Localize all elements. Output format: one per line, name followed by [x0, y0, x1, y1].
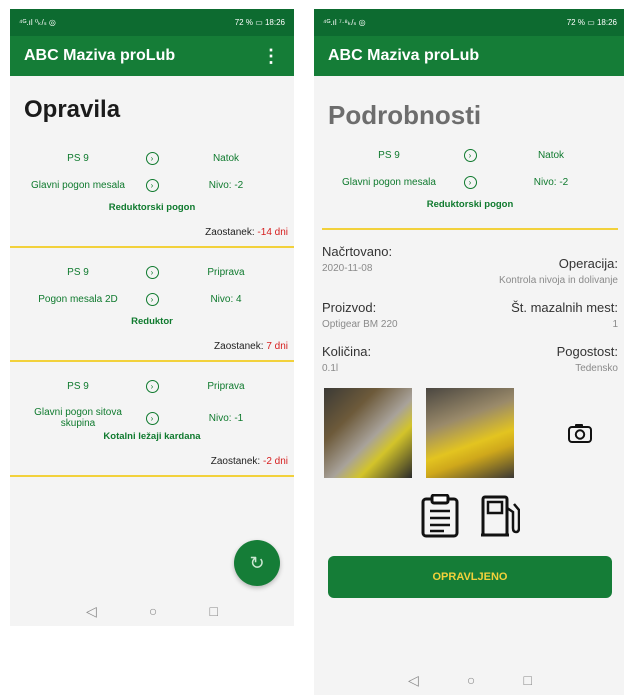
task-action: Priprava: [207, 267, 245, 278]
chevron-right-icon: ›: [145, 179, 159, 192]
app-title: ABC Maziva proLub: [328, 47, 480, 64]
machine-photo[interactable]: [426, 388, 514, 478]
planned-value: 2020-11-08: [322, 263, 373, 274]
divider: [10, 475, 294, 477]
task-part: Glavni pogon mesala: [342, 177, 436, 188]
home-icon[interactable]: ○: [467, 672, 475, 688]
product-label: Proizvod:: [322, 300, 377, 315]
task-machine: PS 9: [67, 267, 89, 278]
chevron-right-icon: ›: [145, 152, 159, 165]
task-level: Nivo: -2: [533, 177, 569, 188]
chevron-right-icon: ›: [463, 176, 477, 189]
product-value: Optigear BM 220: [322, 319, 398, 330]
overdue-value: -2 dni: [262, 456, 288, 467]
task-action: Natok: [537, 150, 565, 161]
system-nav-bar: ◁ ○ □: [10, 596, 294, 626]
recent-apps-icon[interactable]: □: [209, 603, 217, 619]
recent-apps-icon[interactable]: □: [523, 672, 531, 688]
operation-label: Operacija:: [558, 256, 618, 271]
chevron-right-icon: ›: [145, 411, 159, 425]
status-bar: ⁴ᴳ.ıl ⁰ₖ/ₛ ◎ 72 % ▭ 18:26: [10, 9, 294, 36]
frequency-label: Pogostost:: [556, 344, 618, 359]
done-button[interactable]: OPRAVLJENO: [328, 556, 612, 598]
task-component: Reduktorski pogon: [426, 199, 514, 210]
detail-screen: ⁴ᴳ.ıl ⁷·⁸ₖ/ₛ ◎ 72 % ▭ 18:26 ABC Maziva p…: [314, 9, 624, 695]
camera-icon[interactable]: [568, 423, 592, 443]
task-overdue: Zaostanek: 7 dni: [16, 341, 288, 352]
task-overdue: Zaostanek: -2 dni: [16, 456, 288, 467]
task-card[interactable]: PS 9 › Priprava Glavni pogon sitova skup…: [10, 362, 294, 475]
task-level: Nivo: -1: [208, 412, 244, 424]
frequency-value: Tedensko: [575, 363, 618, 374]
status-battery-time: 72 % ▭ 18:26: [566, 18, 617, 27]
task-part: Pogon mesala 2D: [38, 294, 118, 305]
photo-gallery: [314, 374, 624, 478]
status-bar: ⁴ᴳ.ıl ⁷·⁸ₖ/ₛ ◎ 72 % ▭ 18:26: [314, 9, 624, 36]
page-title: Podrobnosti: [328, 100, 482, 130]
task-component: Reduktor: [131, 316, 173, 327]
chevron-right-icon: ›: [145, 266, 159, 279]
quantity-value: 0.1l: [322, 363, 339, 374]
status-signal: ⁴ᴳ.ıl ⁷·⁸ₖ/ₛ ◎: [323, 18, 366, 27]
lubrication-points-label: Št. mazalnih mest:: [511, 300, 618, 315]
divider: [322, 228, 618, 230]
quantity-label: Količina:: [322, 344, 372, 359]
operation-value: Kontrola nivoja in dolivanje: [499, 275, 618, 286]
task-action: Natok: [212, 153, 240, 164]
overdue-label: Zaostanek:: [210, 456, 263, 467]
task-overdue: Zaostanek: -14 dni: [16, 227, 288, 238]
status-battery-time: 72 % ▭ 18:26: [234, 18, 285, 27]
task-card[interactable]: PS 9 › Priprava Pogon mesala 2D › Nivo: …: [10, 248, 294, 360]
back-icon[interactable]: ◁: [408, 672, 419, 689]
more-options-icon[interactable]: ⋮: [262, 46, 280, 67]
refresh-icon: ↻: [249, 552, 265, 573]
action-icons: [314, 494, 624, 538]
chevron-right-icon: ›: [145, 293, 159, 306]
task-machine: PS 9: [67, 381, 89, 392]
refresh-button[interactable]: ↻: [234, 540, 280, 586]
chevron-right-icon: ›: [463, 149, 477, 162]
overdue-label: Zaostanek:: [205, 227, 258, 238]
task-machine: PS 9: [378, 150, 400, 161]
task-card[interactable]: PS 9 › Natok Glavni pogon mesala › Nivo:…: [10, 134, 294, 246]
task-summary: PS 9 › Natok Glavni pogon mesala › Nivo:…: [314, 141, 624, 218]
task-action: Priprava: [207, 381, 245, 392]
home-icon[interactable]: ○: [149, 603, 157, 619]
overdue-label: Zaostanek:: [214, 341, 267, 352]
chevron-right-icon: ›: [145, 380, 159, 393]
lubrication-points-value: 1: [612, 319, 618, 330]
task-level: Nivo: 4: [210, 294, 242, 305]
details-section: Načrtovano: 2020-11-08 Operacija: Kontro…: [314, 244, 624, 374]
clipboard-icon[interactable]: [420, 494, 460, 538]
task-machine: PS 9: [67, 153, 89, 164]
task-level: Nivo: -2: [208, 180, 244, 191]
page-title: Opravila: [24, 96, 121, 123]
overdue-value: -14 dni: [257, 227, 288, 238]
system-nav-bar: ◁ ○ □: [314, 665, 624, 695]
task-component: Kotalni ležaji kardana: [103, 431, 201, 442]
task-component: Reduktorski pogon: [108, 202, 196, 213]
app-bar: ABC Maziva proLub ⋮: [10, 36, 294, 76]
planned-label: Načrtovano:: [322, 244, 393, 259]
task-list-screen: ⁴ᴳ.ıl ⁰ₖ/ₛ ◎ 72 % ▭ 18:26 ABC Maziva pro…: [10, 9, 294, 626]
app-title: ABC Maziva proLub: [24, 47, 176, 64]
status-signal: ⁴ᴳ.ıl ⁰ₖ/ₛ ◎: [19, 18, 56, 27]
app-bar: ABC Maziva proLub: [314, 36, 624, 76]
back-icon[interactable]: ◁: [86, 603, 97, 620]
fuel-pump-icon[interactable]: [480, 494, 520, 538]
overdue-value: 7 dni: [266, 341, 288, 352]
task-part: Glavni pogon sitova skupina: [34, 407, 122, 429]
task-part: Glavni pogon mesala: [31, 180, 125, 191]
machine-photo[interactable]: [324, 388, 412, 478]
